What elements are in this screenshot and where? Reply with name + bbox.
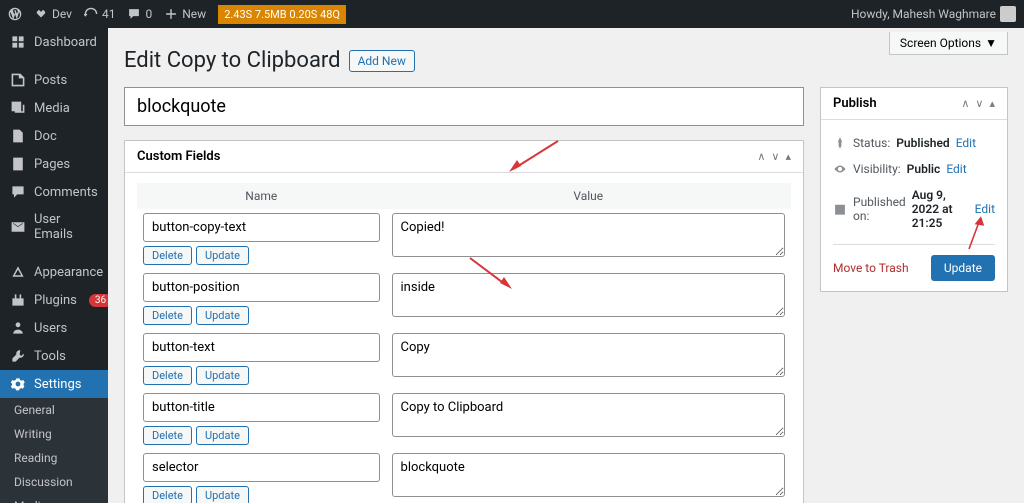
sidebar-item-dashboard[interactable]: Dashboard	[0, 28, 108, 56]
wp-logo[interactable]	[8, 7, 22, 21]
sidebar-item-media[interactable]: Media	[0, 94, 108, 122]
sidebar-item-settings[interactable]: Settings	[0, 370, 108, 398]
sub-item-media[interactable]: Media	[0, 494, 108, 503]
cf-update-button[interactable]: Update	[196, 306, 249, 325]
sidebar-item-comments[interactable]: Comments	[0, 178, 108, 206]
comments-count[interactable]: 0	[127, 7, 152, 21]
edit-date-link[interactable]: Edit	[975, 202, 995, 216]
screen-options-toggle[interactable]: Screen Options ▼	[889, 32, 1008, 55]
cf-name-input[interactable]	[143, 213, 380, 242]
plugins-update-badge: 36	[89, 294, 108, 307]
custom-field-row: DeleteUpdate Copy	[137, 329, 791, 389]
cf-name-input[interactable]	[143, 273, 380, 302]
sidebar-item-tools[interactable]: Tools	[0, 342, 108, 370]
cf-delete-button[interactable]: Delete	[143, 426, 192, 445]
avatar	[1000, 6, 1016, 22]
sidebar-item-doc[interactable]: Doc	[0, 122, 108, 150]
cf-name-input[interactable]	[143, 333, 380, 362]
sidebar-item-posts[interactable]: Posts	[0, 66, 108, 94]
cf-value-textarea[interactable]: blockquote	[392, 453, 785, 497]
custom-fields-heading: Custom Fields	[137, 149, 220, 164]
edit-status-link[interactable]: Edit	[956, 136, 976, 150]
custom-field-row: DeleteUpdate Copy to Clipboard	[137, 389, 791, 449]
cf-name-input[interactable]	[143, 393, 380, 422]
settings-submenu: General Writing Reading Discussion Media…	[0, 398, 108, 503]
toggle-panel-icon[interactable]: ▴	[989, 97, 995, 110]
publish-box: Publish ∧ ∨ ▴ Status: Published Edit	[820, 87, 1008, 292]
post-title-input[interactable]	[124, 87, 804, 126]
publish-heading: Publish	[833, 96, 877, 111]
visibility-icon	[833, 162, 847, 176]
cf-update-button[interactable]: Update	[196, 366, 249, 385]
pin-icon	[833, 136, 847, 150]
move-down-icon[interactable]: ∨	[975, 97, 983, 110]
sidebar-item-user-emails[interactable]: User Emails	[0, 206, 108, 248]
chevron-down-icon: ▼	[985, 36, 997, 50]
move-up-icon[interactable]: ∧	[757, 150, 765, 163]
sub-item-writing[interactable]: Writing	[0, 422, 108, 446]
site-name[interactable]: Dev	[34, 7, 72, 21]
cf-value-textarea[interactable]: Copy to Clipboard	[392, 393, 785, 437]
custom-field-row: DeleteUpdate blockquote	[137, 449, 791, 503]
howdy-user[interactable]: Howdy, Mahesh Waghmare	[851, 6, 1016, 22]
cf-value-textarea[interactable]: Copied!	[392, 213, 785, 257]
page-title: Edit Copy to Clipboard	[124, 48, 341, 73]
sidebar-item-plugins[interactable]: Plugins36	[0, 286, 108, 314]
edit-visibility-link[interactable]: Edit	[946, 162, 966, 176]
custom-field-row: DeleteUpdate inside	[137, 269, 791, 329]
col-value-header: Value	[386, 183, 791, 209]
sub-item-reading[interactable]: Reading	[0, 446, 108, 470]
sub-item-general[interactable]: General	[0, 398, 108, 422]
custom-field-row: DeleteUpdate Copied!	[137, 209, 791, 269]
admin-sidebar: Dashboard Posts Media Doc Pages Comments…	[0, 28, 108, 503]
updates-count[interactable]: 41	[84, 7, 116, 21]
cf-update-button[interactable]: Update	[196, 426, 249, 445]
sidebar-item-users[interactable]: Users	[0, 314, 108, 342]
cf-delete-button[interactable]: Delete	[143, 246, 192, 265]
cf-value-textarea[interactable]: Copy	[392, 333, 785, 377]
cf-delete-button[interactable]: Delete	[143, 486, 192, 503]
move-to-trash-link[interactable]: Move to Trash	[833, 261, 909, 275]
cf-update-button[interactable]: Update	[196, 246, 249, 265]
add-new-button[interactable]: Add New	[349, 50, 415, 72]
calendar-icon	[833, 202, 847, 216]
move-up-icon[interactable]: ∧	[961, 97, 969, 110]
sidebar-item-pages[interactable]: Pages	[0, 150, 108, 178]
admin-bar: Dev 41 0 New 2.43S 7.5MB 0.20S 48Q Howdy…	[0, 0, 1024, 28]
sub-item-discussion[interactable]: Discussion	[0, 470, 108, 494]
debug-stats[interactable]: 2.43S 7.5MB 0.20S 48Q	[218, 5, 346, 24]
cf-update-button[interactable]: Update	[196, 486, 249, 503]
toggle-panel-icon[interactable]: ▴	[785, 150, 791, 163]
update-button[interactable]: Update	[931, 255, 995, 281]
cf-delete-button[interactable]: Delete	[143, 306, 192, 325]
cf-value-textarea[interactable]: inside	[392, 273, 785, 317]
sidebar-item-appearance[interactable]: Appearance	[0, 258, 108, 286]
cf-delete-button[interactable]: Delete	[143, 366, 192, 385]
cf-name-input[interactable]	[143, 453, 380, 482]
custom-fields-box: Custom Fields ∧ ∨ ▴ Name Valu	[124, 140, 804, 503]
col-name-header: Name	[137, 183, 386, 209]
content-area: Screen Options ▼ Edit Copy to Clipboard …	[108, 28, 1024, 503]
move-down-icon[interactable]: ∨	[771, 150, 779, 163]
new-content[interactable]: New	[164, 7, 206, 21]
